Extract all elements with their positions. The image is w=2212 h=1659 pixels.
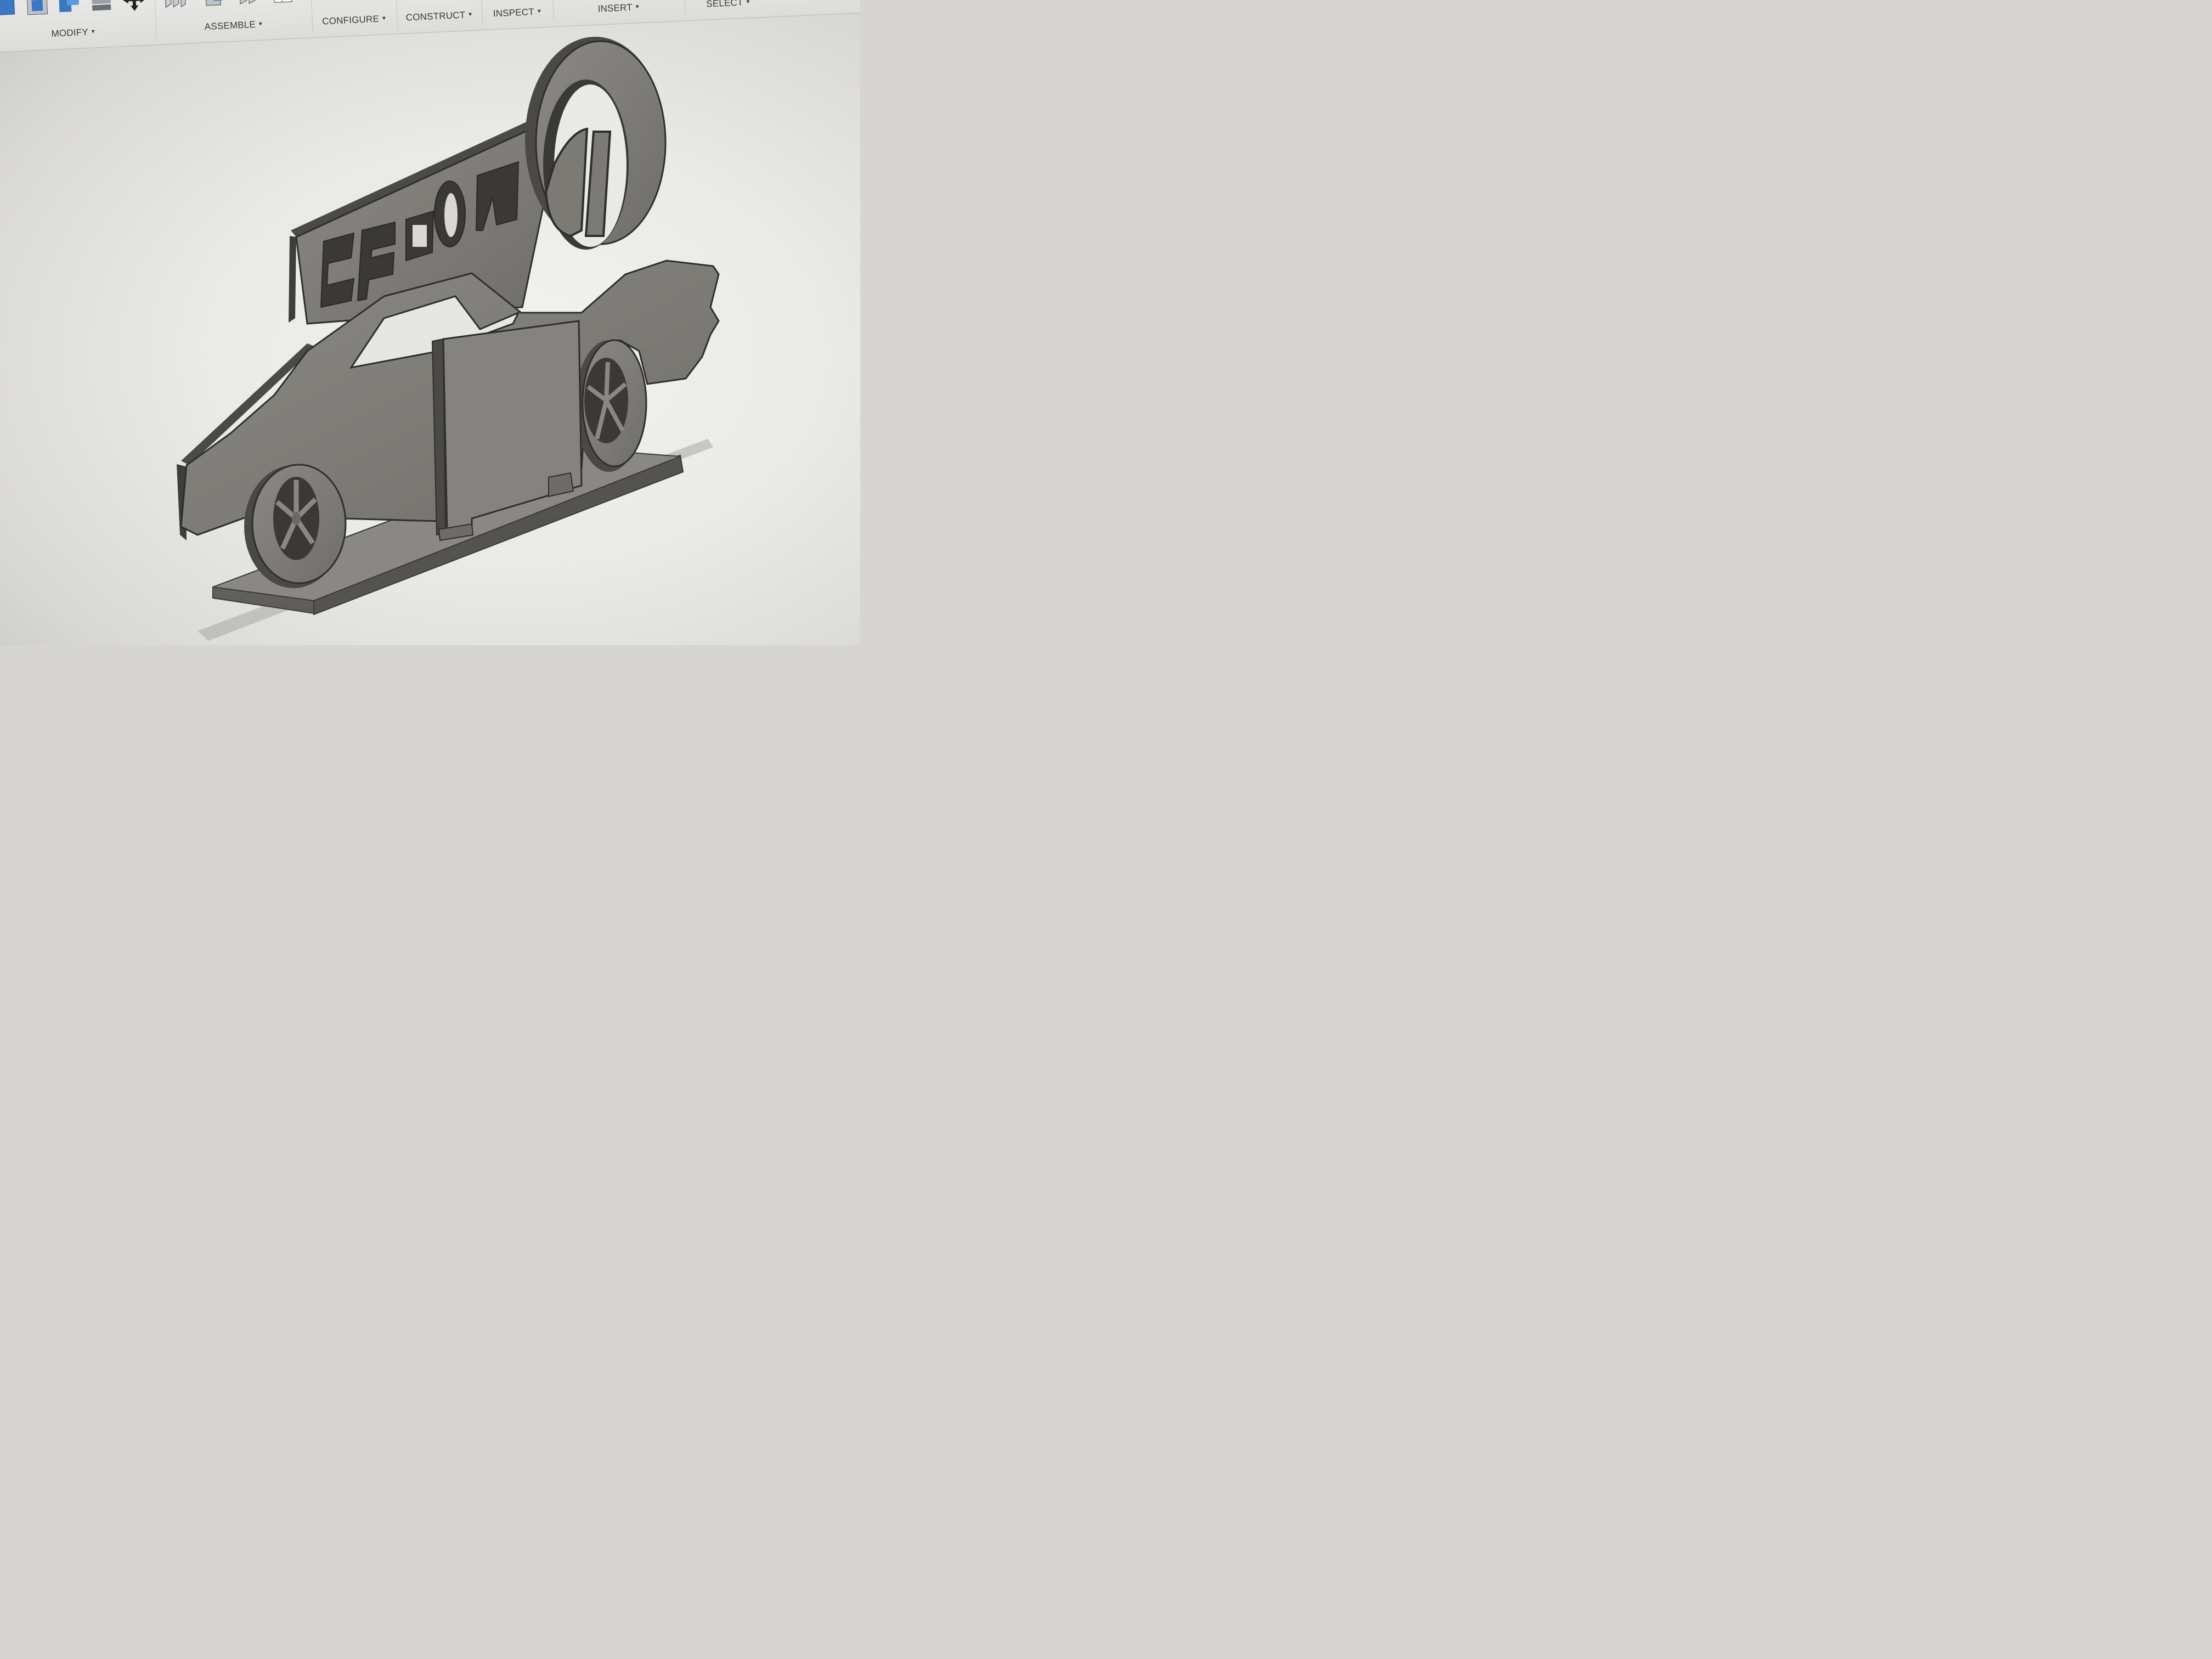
table-icon[interactable] — [270, 0, 296, 6]
insert-label[interactable]: INSERT — [597, 2, 633, 14]
configure-params-icon[interactable] — [317, 0, 343, 4]
press-pull-icon[interactable] — [0, 0, 20, 19]
rear-wheel[interactable] — [575, 339, 647, 472]
chevron-down-icon[interactable]: ▼ — [381, 15, 387, 21]
insert-group: INSERT ▼ — [550, 0, 686, 21]
construct-label[interactable]: CONSTRUCT — [405, 10, 465, 23]
chevron-down-icon[interactable]: ▼ — [258, 21, 264, 27]
inspect-label[interactable]: INSPECT — [493, 7, 534, 19]
new-component-icon[interactable] — [203, 0, 229, 9]
construct-group: CONSTRUCT ▼ — [394, 0, 483, 29]
chevron-down-icon[interactable]: ▼ — [537, 8, 543, 14]
shell-icon[interactable] — [25, 0, 51, 17]
assemble-group: ASSEMBLE ▼ — [153, 0, 313, 40]
canvas-viewport[interactable] — [0, 0, 860, 645]
configure-label[interactable]: CONFIGURE — [322, 14, 380, 27]
inspect-group: INSPECT ▼ — [479, 0, 555, 25]
modify-group: MODIFY ▼ — [0, 0, 157, 47]
combine-icon[interactable] — [57, 0, 83, 15]
configure-group: CONFIGURE ▼ — [309, 0, 398, 32]
chevron-down-icon[interactable]: ▼ — [745, 0, 751, 5]
select-label[interactable]: SELECT — [706, 0, 743, 9]
configure-table-icon[interactable] — [354, 0, 380, 2]
assemble-label[interactable]: ASSEMBLE — [204, 19, 256, 32]
chevron-down-icon[interactable]: ▼ — [634, 4, 640, 10]
screen: MODIFY ▼ ASSEMBLE ▼ CONFIGURE ▼ CONSTRUC… — [0, 0, 860, 645]
modify-label[interactable]: MODIFY — [51, 27, 88, 39]
stack-icon[interactable] — [89, 0, 116, 14]
chevron-down-icon[interactable]: ▼ — [91, 29, 97, 35]
move-icon[interactable] — [121, 0, 148, 13]
rigid-group-icon[interactable] — [236, 0, 262, 8]
chevron-down-icon[interactable]: ▼ — [467, 12, 473, 18]
select-group: SELECT ▼ — [682, 0, 773, 15]
joint-icon[interactable] — [161, 0, 188, 11]
